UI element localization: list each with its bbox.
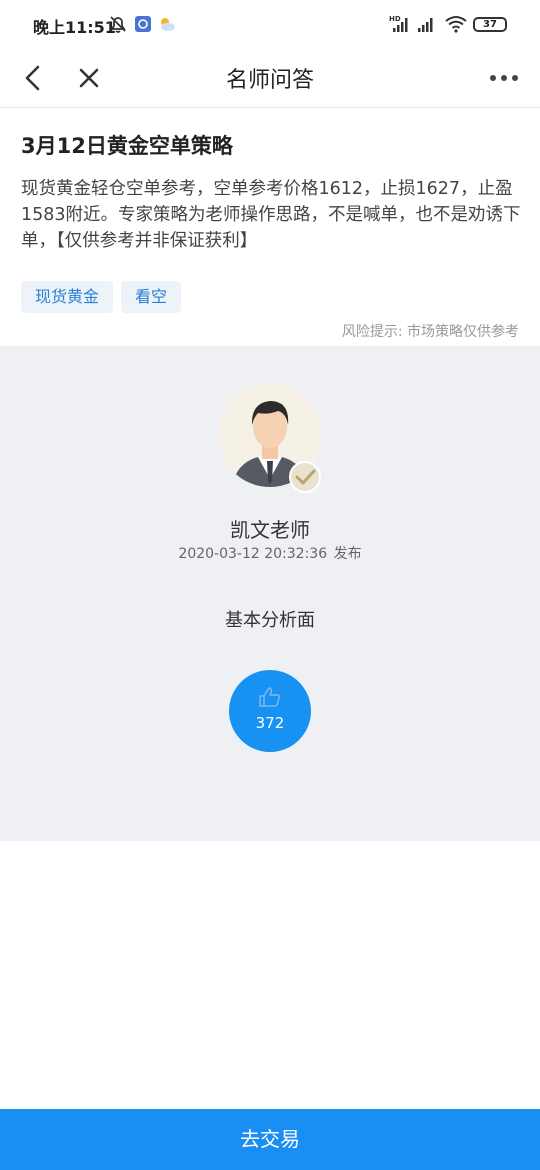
status-bar: 晚上11:51 HD 37 <box>0 0 540 48</box>
publish-suffix: 发布 <box>333 546 362 562</box>
publish-time: 2020-03-12 20:32:36 <box>178 546 328 562</box>
analysis-label: 基本分析面 <box>225 610 315 631</box>
verified-badge-icon <box>289 461 321 493</box>
author-section: 凯文老师 2020-03-12 20:32:36 发布 基本分析面 372 <box>0 346 540 841</box>
page-title: 名师问答 <box>225 68 314 93</box>
tag-spot-gold[interactable]: 现货黄金 <box>21 281 114 313</box>
more-icon[interactable] <box>486 60 522 96</box>
thumbs-up-icon <box>259 687 281 707</box>
app-notification-icon <box>135 16 151 32</box>
article-card: 3月12日黄金空单策略 现货黄金轻仓空单参考，空单参考价格1612，止损1627… <box>0 108 540 346</box>
like-button[interactable]: 372 <box>229 670 311 752</box>
battery-icon: 37 <box>473 17 507 32</box>
publish-info: 2020-03-12 20:32:36 发布 <box>0 543 540 563</box>
status-time: 晚上11:51 <box>33 18 116 37</box>
hd-signal-icon: HD <box>389 15 408 32</box>
alarm-off-icon <box>110 16 126 33</box>
signal-icon <box>418 18 433 32</box>
teacher-name: 凯文老师 <box>230 518 310 542</box>
article-title: 3月12日黄金空单策略 <box>21 134 233 158</box>
like-count: 372 <box>255 714 285 732</box>
trade-button[interactable]: 去交易 <box>0 1109 540 1170</box>
weather-icon <box>161 18 175 31</box>
tag-bearish[interactable]: 看空 <box>121 281 182 313</box>
risk-note: 风险提示: 市场策略仅供参考 <box>341 324 519 340</box>
article-body: 现货黄金轻仓空单参考，空单参考价格1612，止损1627，止盈1583附近。专家… <box>21 179 521 251</box>
wifi-icon <box>445 16 467 33</box>
nav-bar: 名师问答 <box>0 48 540 108</box>
svg-text:HD: HD <box>389 15 401 23</box>
